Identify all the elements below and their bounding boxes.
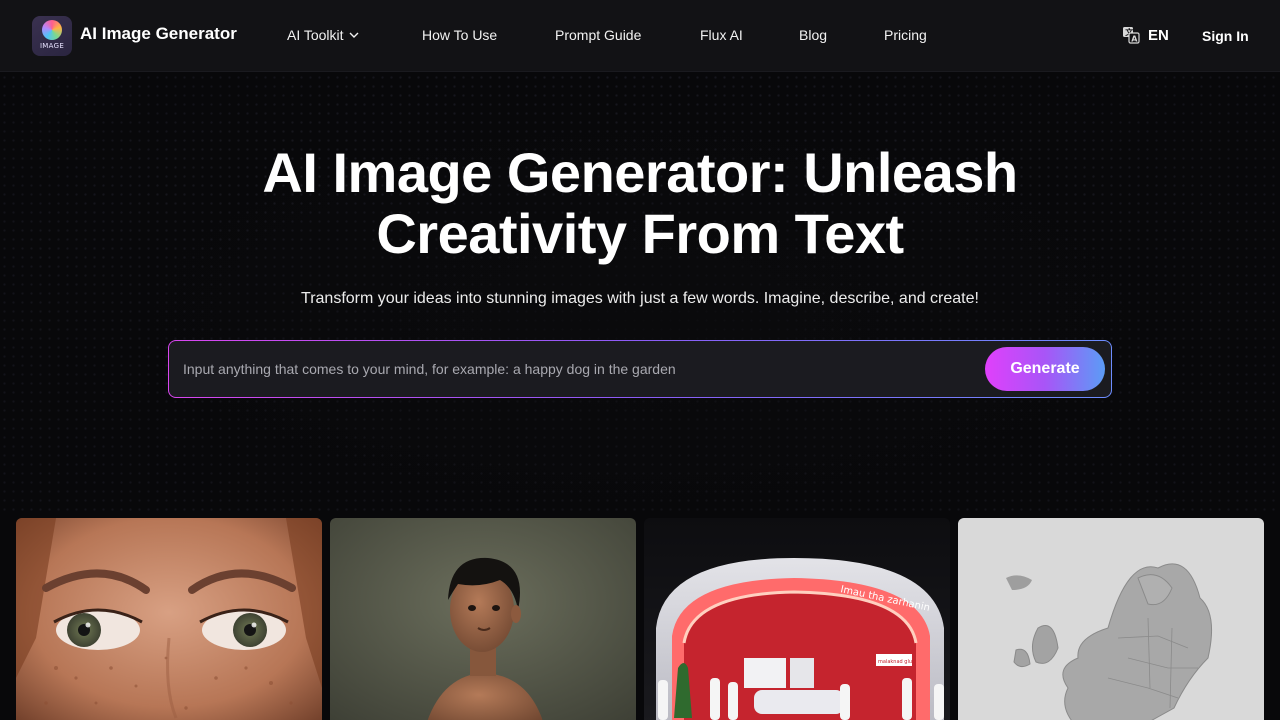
boy-portrait-image [330,518,636,720]
nav-ai-toolkit[interactable]: AI Toolkit [287,27,360,43]
hero-title: AI Image Generator: Unleash Creativity F… [140,142,1140,264]
europe-map-image [958,518,1264,720]
freckled-face-image [16,518,322,720]
exhibition-booth-image: Imau tha zarhanin malaknad glue [644,518,950,720]
gallery-image-booth[interactable]: Imau tha zarhanin malaknad glue [644,518,950,720]
logo-swirl-icon [42,20,62,40]
nav-how-to-use[interactable]: How To Use [422,27,497,43]
nav-pricing[interactable]: Pricing [884,27,927,43]
brand-name-link[interactable]: AI Image Generator [80,24,237,44]
generate-button[interactable]: Generate [985,347,1105,391]
gallery-image-map[interactable] [958,518,1264,720]
prompt-input[interactable] [183,341,973,397]
nav-flux-ai[interactable]: Flux AI [700,27,743,43]
svg-text:A: A [1131,35,1138,44]
nav-prompt-guide[interactable]: Prompt Guide [555,27,641,43]
hero-title-line2: Creativity From Text [376,202,904,265]
nav-blog[interactable]: Blog [799,27,827,43]
hero-subtitle: Transform your ideas into stunning image… [301,290,979,307]
language-selector[interactable]: 文 A EN [1122,26,1169,44]
gallery-image-boy[interactable] [330,518,636,720]
language-code: EN [1148,26,1169,44]
logo-text: IMAGE [39,42,65,50]
chevron-down-icon [349,32,359,38]
hero-title-line1: AI Image Generator: Unleash [262,141,1018,204]
logo[interactable]: IMAGE [32,16,72,56]
translate-icon: 文 A [1123,27,1140,44]
prompt-bar: Generate [168,340,1112,398]
gallery-image-eyes[interactable] [16,518,322,720]
top-navbar: IMAGE AI Image Generator AI Toolkit How … [0,0,1280,72]
sign-in-link[interactable]: Sign In [1202,28,1249,44]
booth-panel-text: malaknad glue [878,659,915,665]
nav-ai-toolkit-label: AI Toolkit [287,27,344,43]
